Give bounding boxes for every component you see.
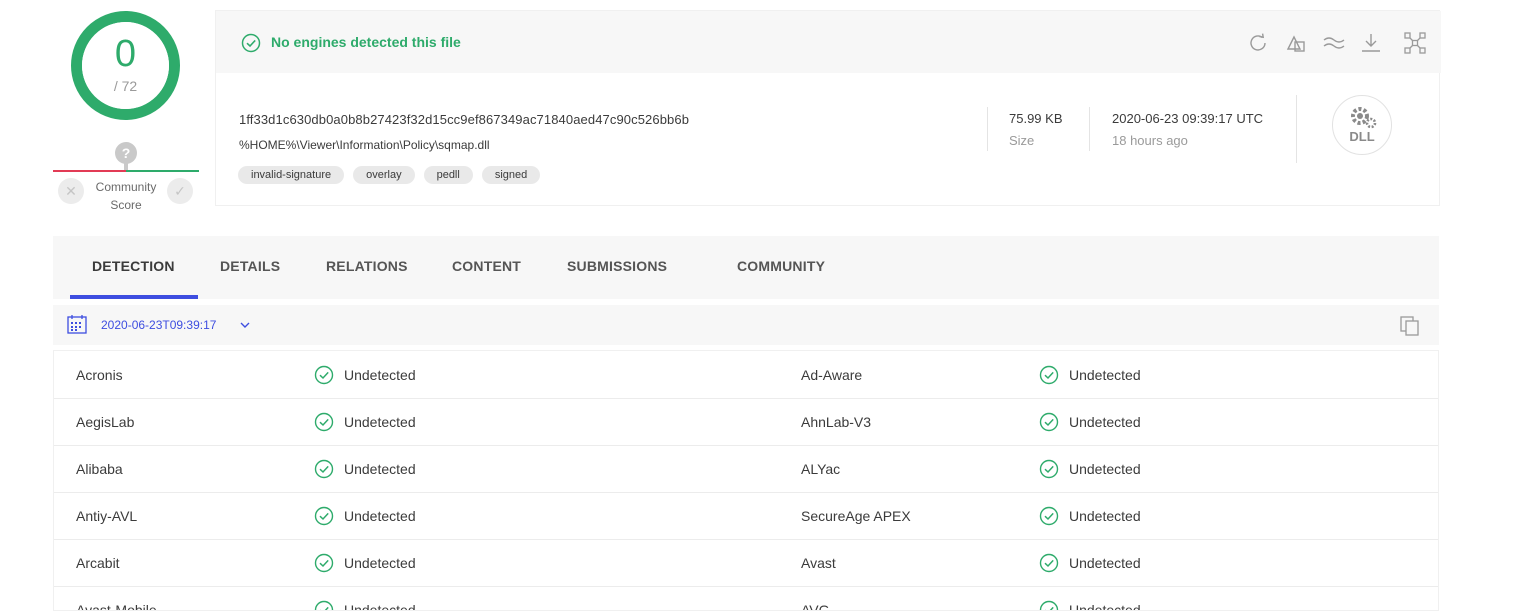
reanalyze-icon[interactable]: [1246, 31, 1270, 55]
engine-result: Undetected: [344, 555, 416, 571]
analysis-date-value: 2020-06-23 09:39:17 UTC: [1112, 111, 1264, 126]
engine-name: Alibaba: [76, 461, 123, 477]
analysis-date-relative: 18 hours ago: [1112, 133, 1188, 148]
calendar-icon[interactable]: [66, 313, 88, 335]
file-summary-card: No engines detected this file 1ff33d1c63…: [215, 10, 1441, 206]
check-circle-icon: [314, 600, 334, 610]
analysis-date-select[interactable]: 2020-06-23T09:39:17: [101, 318, 216, 332]
divider: [1089, 107, 1090, 151]
engine-name: SecureAge APEX: [801, 508, 911, 524]
community-bar-negative: [53, 170, 126, 172]
engine-result: Undetected: [1069, 555, 1141, 571]
community-unknown-icon: ?: [115, 142, 137, 164]
tag-chip[interactable]: signed: [481, 166, 541, 184]
vote-harmful-icon[interactable]: ✕: [58, 178, 84, 204]
file-size-label: Size: [1009, 133, 1035, 148]
check-circle-icon: [241, 33, 261, 53]
summary-header: No engines detected this file: [216, 11, 1441, 73]
community-bar-positive: [126, 170, 199, 172]
similar-icon[interactable]: [1284, 31, 1308, 55]
engine-result: Undetected: [344, 508, 416, 524]
engine-name: Avast: [801, 555, 836, 571]
tab-content[interactable]: CONTENT: [452, 258, 521, 274]
engine-result: Undetected: [344, 602, 416, 611]
tab-community[interactable]: COMMUNITY: [737, 258, 825, 274]
file-hash[interactable]: 1ff33d1c630db0a0b8b27423f32d15cc9ef86734…: [239, 112, 689, 127]
download-icon[interactable]: [1359, 31, 1383, 55]
engine-name: AhnLab-V3: [801, 414, 872, 430]
analysis-date-bar: 2020-06-23T09:39:17: [53, 305, 1439, 345]
file-type-label: DLL: [1349, 129, 1375, 144]
check-circle-icon: [1039, 506, 1059, 526]
detection-status-text: No engines detected this file: [271, 34, 461, 50]
engine-result: Undetected: [344, 461, 416, 477]
vote-harmless-icon[interactable]: ✓: [167, 178, 193, 204]
tab-detection[interactable]: DETECTION: [92, 258, 175, 274]
tab-relations[interactable]: RELATIONS: [326, 258, 408, 274]
chevron-down-icon[interactable]: [239, 319, 251, 331]
engine-result: Undetected: [1069, 414, 1141, 430]
engine-result: Undetected: [1069, 461, 1141, 477]
community-label-line1: Community: [95, 180, 157, 194]
tab-submissions[interactable]: SUBMISSIONS: [567, 258, 667, 274]
detection-results-table: Acronis Undetected Ad-Aware Undetected A…: [53, 350, 1439, 611]
engine-name: AVG: [801, 602, 830, 611]
check-circle-icon: [1039, 412, 1059, 432]
tag-chip[interactable]: overlay: [353, 166, 415, 184]
engine-name: Arcabit: [76, 555, 120, 571]
table-row: Avast-Mobile Undetected AVG Undetected: [54, 586, 1438, 611]
tag-list: invalid-signature overlay pedll signed: [238, 166, 541, 184]
divider: [1296, 95, 1297, 163]
copy-icon[interactable]: [1399, 315, 1421, 337]
engine-name: ALYac: [801, 461, 841, 477]
file-type-badge: DLL: [1332, 95, 1392, 155]
table-row: Alibaba Undetected ALYac Undetected: [54, 445, 1438, 493]
score-total: / 72: [113, 78, 138, 94]
check-circle-icon: [1039, 459, 1059, 479]
active-tab-indicator: [70, 295, 198, 299]
tag-chip[interactable]: pedll: [423, 166, 473, 184]
community-marker-stem: [124, 162, 128, 170]
graph-icon[interactable]: [1403, 31, 1427, 55]
table-row: Antiy-AVL Undetected SecureAge APEX Unde…: [54, 492, 1438, 540]
table-row: Acronis Undetected Ad-Aware Undetected: [54, 351, 1438, 399]
compare-icon[interactable]: [1322, 31, 1346, 55]
engine-name: Acronis: [76, 367, 123, 383]
check-circle-icon: [314, 506, 334, 526]
detection-score-gauge: 0 / 72: [70, 10, 181, 121]
report-tabs: DETECTION DETAILS RELATIONS CONTENT SUBM…: [53, 236, 1439, 299]
engine-result: Undetected: [1069, 367, 1141, 383]
tag-chip[interactable]: invalid-signature: [238, 166, 345, 184]
community-label-line2: Score: [110, 198, 142, 212]
check-circle-icon: [1039, 553, 1059, 573]
check-circle-icon: [314, 459, 334, 479]
engine-name: Ad-Aware: [801, 367, 863, 383]
engine-name: Avast-Mobile: [76, 602, 157, 611]
engine-result: Undetected: [344, 367, 416, 383]
score-detected: 0: [114, 33, 137, 75]
check-circle-icon: [314, 553, 334, 573]
gears-icon: [1351, 107, 1377, 129]
file-path: %HOME%\Viewer\Information\Policy\sqmap.d…: [239, 138, 490, 152]
divider: [987, 107, 988, 151]
check-circle-icon: [314, 365, 334, 385]
community-score: ? ✕ Community Score ✓: [53, 140, 199, 215]
engine-result: Undetected: [344, 414, 416, 430]
table-row: Arcabit Undetected Avast Undetected: [54, 539, 1438, 587]
engine-result: Undetected: [1069, 602, 1141, 611]
engine-name: AegisLab: [76, 414, 135, 430]
engine-name: Antiy-AVL: [76, 508, 138, 524]
engine-result: Undetected: [1069, 508, 1141, 524]
community-score-label: Community Score: [91, 178, 161, 214]
tab-details[interactable]: DETAILS: [220, 258, 280, 274]
file-size-value: 75.99 KB: [1009, 111, 1063, 126]
table-row: AegisLab Undetected AhnLab-V3 Undetected: [54, 398, 1438, 446]
check-circle-icon: [1039, 365, 1059, 385]
check-circle-icon: [1039, 600, 1059, 610]
check-circle-icon: [314, 412, 334, 432]
